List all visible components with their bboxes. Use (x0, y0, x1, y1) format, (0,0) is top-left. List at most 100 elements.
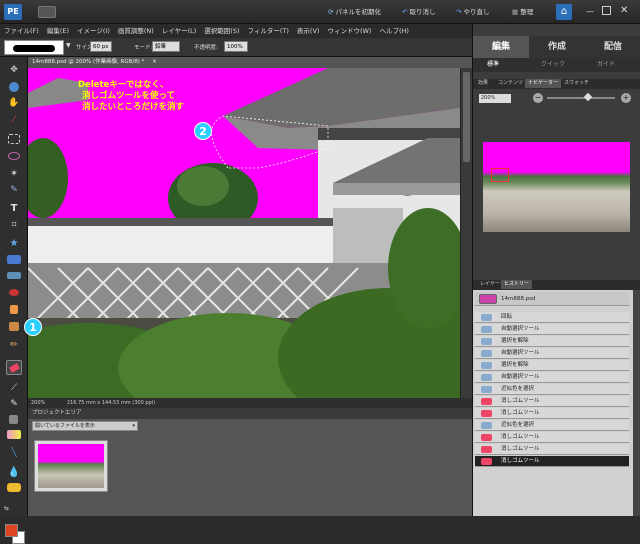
brush-preview[interactable] (4, 40, 64, 55)
color-swap-icon[interactable]: ⇆ (4, 505, 18, 518)
minimize-icon[interactable]: — (586, 8, 596, 16)
hand-tool-icon[interactable]: ✋ (7, 98, 21, 111)
project-thumbnail[interactable] (34, 440, 108, 492)
navigator-preview[interactable] (483, 142, 630, 232)
tab-history[interactable]: ヒストリー (501, 280, 533, 289)
zoom-tool-icon[interactable] (9, 82, 19, 92)
history-row[interactable]: 選択を解除 (475, 336, 629, 347)
zoom-in-icon[interactable]: + (621, 93, 631, 103)
clone-stamp-tool-icon[interactable] (9, 322, 19, 331)
scrollbar-thumb[interactable] (463, 72, 470, 162)
eyedropper-tool-icon[interactable]: ⁄ (7, 115, 21, 128)
annotation-line: Deleteキーではなく、 (78, 80, 169, 90)
tab-share[interactable]: 配信 (585, 36, 640, 58)
close-icon[interactable]: ✕ (620, 4, 632, 18)
healing-brush-tool-icon[interactable] (10, 305, 18, 314)
sponge-tool-icon[interactable] (7, 483, 21, 492)
size-input[interactable]: 60 px (90, 41, 112, 52)
navigator-view-box[interactable] (491, 168, 509, 182)
subtab-quick[interactable]: クイック (541, 58, 565, 72)
type-tool-icon[interactable]: T (7, 203, 21, 216)
history-scrollbar[interactable] (633, 290, 640, 516)
maximize-icon[interactable] (602, 6, 611, 15)
workspace-menu-icon[interactable] (38, 6, 56, 18)
smart-brush-tool-icon[interactable]: ✎ (7, 399, 21, 412)
menu-item[interactable]: ヘルプ(H) (379, 27, 408, 35)
project-file-dropdown[interactable]: 開いているファイルを表示 ▾ (32, 421, 138, 431)
home-icon[interactable]: ⌂ (556, 4, 572, 20)
menu-item[interactable]: 画質調整(N) (118, 27, 154, 35)
gradient-tool-icon[interactable] (7, 430, 21, 439)
history-row[interactable]: 消しゴムツール (475, 396, 629, 407)
navigator-zoom-input[interactable]: 200% (479, 94, 511, 103)
history-row[interactable]: 消しゴムツール (475, 432, 629, 443)
menu-item[interactable]: 表示(V) (297, 27, 320, 35)
brush-tool-icon[interactable]: ⟋ (7, 383, 21, 396)
menu-item[interactable]: ウィンドウ(W) (327, 27, 371, 35)
undo-button[interactable]: ↶ 取り消し (402, 5, 436, 19)
history-snapshot[interactable]: 14m888.psd (475, 292, 629, 306)
palette-tab-content[interactable]: コンテンツ (495, 79, 526, 88)
palette-tab-navigator[interactable]: ナビゲーター (525, 79, 562, 88)
opacity-input[interactable]: 100% (224, 41, 248, 52)
history-panel: 14m888.psd 回転 自動選択ツール 選択を解除 自動選択ツール 選択を解… (473, 290, 633, 516)
subtab-guide[interactable]: ガイド (597, 58, 615, 72)
document-tab[interactable]: 14m888.psd @ 200% (作業画像, RGB/8) * ✕ (28, 57, 472, 68)
menu-item[interactable]: 選択範囲(S) (204, 27, 239, 35)
cookie-cutter-tool-icon[interactable] (7, 255, 21, 264)
subtab-standard[interactable]: 標準 (487, 58, 499, 72)
zoom-slider-handle[interactable] (583, 92, 593, 102)
reset-panels-button[interactable]: ⟳ パネルを初期化 (328, 5, 381, 19)
menu-item[interactable]: 編集(E) (47, 27, 69, 35)
history-row[interactable]: 自動選択ツール (475, 324, 629, 335)
straighten-tool-icon[interactable] (7, 272, 21, 279)
mode-select[interactable]: 鉛筆 (152, 41, 180, 52)
crop-tool-icon[interactable]: ⌗ (7, 220, 21, 233)
menu-item[interactable]: ファイル(F) (4, 27, 39, 35)
history-row[interactable]: 選択を解除 (475, 360, 629, 371)
quick-selection-tool-icon[interactable]: ✎ (7, 185, 21, 198)
blur-tool-icon[interactable]: 💧 (7, 467, 21, 480)
history-item-icon (481, 314, 492, 321)
history-row[interactable]: 自動選択ツール (475, 372, 629, 383)
redo-button[interactable]: ↷ やり直し (456, 5, 490, 19)
history-row-selected[interactable]: 消しゴムツール (475, 456, 629, 467)
organize-button[interactable]: ▦ 整理 (512, 5, 533, 19)
menu-item[interactable]: レイヤー(L) (162, 27, 197, 35)
history-item-icon (481, 350, 492, 357)
palette-tab-swatches[interactable]: スウォッチ (561, 79, 592, 88)
history-item-icon (481, 374, 492, 381)
palette-tab-effects[interactable]: 効果 (475, 79, 491, 88)
brush-dropdown-icon[interactable]: ▼ (66, 42, 71, 49)
history-row[interactable]: 近似色を選択 (475, 384, 629, 395)
history-row[interactable]: 回転 (475, 312, 629, 323)
marquee-tool-icon[interactable] (8, 134, 20, 144)
history-row[interactable]: 消しゴムツール (475, 408, 629, 419)
tab-close-icon[interactable]: ✕ (152, 59, 157, 65)
paint-bucket-tool-icon[interactable] (9, 415, 18, 424)
step-marker-2: 2 (194, 122, 212, 140)
menu-item[interactable]: フィルター(T) (248, 27, 289, 35)
pencil-tool-icon[interactable]: ✏ (7, 340, 21, 353)
eraser-tool-icon[interactable] (6, 360, 22, 375)
shape-tool-icon[interactable]: ★ (7, 238, 21, 251)
navigator-zoom-slider[interactable] (547, 97, 615, 99)
magic-wand-tool-icon[interactable]: ✶ (7, 169, 21, 182)
tab-create[interactable]: 作成 (529, 36, 585, 58)
lasso-tool-icon[interactable] (8, 152, 20, 160)
history-row[interactable]: 自動選択ツール (475, 348, 629, 359)
zoom-out-icon[interactable]: − (533, 93, 543, 103)
tab-edit[interactable]: 編集 (473, 36, 529, 58)
canvas-vertical-scrollbar[interactable] (460, 68, 472, 398)
image-canvas[interactable]: Deleteキーではなく、 消しゴムツールを使って 消したいところだけを消す 2 (28, 68, 460, 398)
move-tool-icon[interactable]: ✥ (7, 65, 21, 78)
tab-layers[interactable]: レイヤー (477, 280, 503, 289)
history-row[interactable]: 近似色を選択 (475, 420, 629, 431)
history-row[interactable]: 消しゴムツール (475, 444, 629, 455)
red-eye-tool-icon[interactable] (9, 289, 19, 296)
lower-tab-bar: レイヤー ヒストリー (473, 280, 640, 290)
foreground-color-swatch[interactable] (5, 524, 18, 537)
line-tool-icon[interactable]: ╲ (7, 448, 21, 461)
menu-item[interactable]: イメージ(I) (77, 27, 110, 35)
photo-image (28, 68, 460, 398)
